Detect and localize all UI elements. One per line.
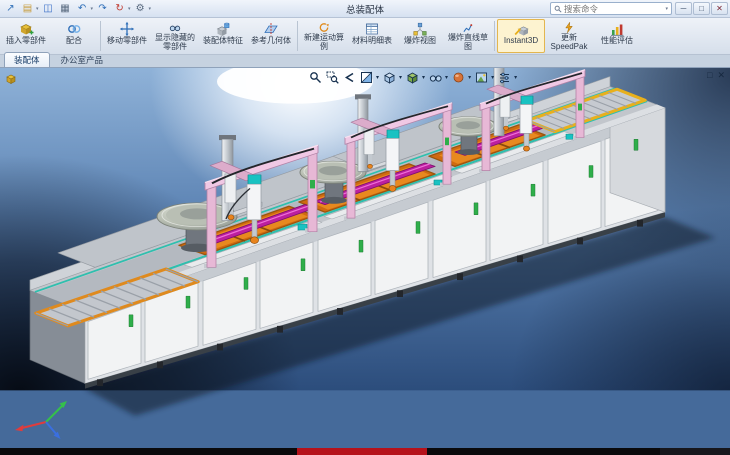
- tab-office-products[interactable]: 办公室产品: [51, 52, 114, 67]
- model-restore-button[interactable]: □: [707, 70, 712, 81]
- undo-caret-icon[interactable]: ▾: [91, 6, 94, 12]
- hud-caret-icon[interactable]: ▾: [422, 74, 425, 81]
- model-window-controls: □ ✕: [707, 70, 725, 81]
- title-bar: ↗ ▤ ▾ ◫ ▦ ↶ ▾ ↷ ↻ ▾ ⚙ ▾ 总装配体 ▾ ─ □ ✕: [0, 0, 730, 18]
- hud-caret-icon[interactable]: ▾: [514, 74, 517, 81]
- ribbon-label: Instant3D: [504, 37, 538, 46]
- reference-triad: [8, 392, 72, 442]
- assembly-features-button[interactable]: 装配体特征: [199, 19, 247, 53]
- instant3d-icon: [513, 21, 529, 37]
- assembly-features-icon: [215, 21, 231, 37]
- ribbon-separator: [494, 21, 495, 51]
- undo-icon[interactable]: ↶: [75, 2, 90, 16]
- previous-view-icon[interactable]: [342, 70, 356, 84]
- quick-access-toolbar: ↗ ▤ ▾ ◫ ▦ ↶ ▾ ↷ ↻ ▾ ⚙ ▾: [3, 2, 151, 16]
- tab-assembly[interactable]: 装配体: [4, 52, 50, 67]
- options-caret-icon[interactable]: ▾: [149, 6, 152, 12]
- hud-caret-icon[interactable]: ▾: [399, 74, 402, 81]
- forward-icon[interactable]: ↗: [3, 2, 18, 16]
- rebuild-caret-icon[interactable]: ▾: [128, 6, 131, 12]
- assembly-document-icon: [5, 73, 17, 85]
- ribbon-label: 爆炸视图: [404, 37, 436, 46]
- ribbon-label: 材料明细表: [352, 37, 392, 46]
- save-icon[interactable]: ◫: [41, 2, 56, 16]
- ribbon-label: 插入零部件: [6, 37, 46, 46]
- performance-evaluation-icon: [609, 21, 625, 37]
- mate-icon: [66, 21, 82, 37]
- command-search[interactable]: ▾: [550, 2, 672, 15]
- options-gear-icon[interactable]: ⚙: [133, 2, 148, 16]
- zoom-to-area-icon[interactable]: [325, 70, 339, 84]
- model-close-button[interactable]: ✕: [717, 70, 725, 81]
- reference-geometry-button[interactable]: 参考几何体: [247, 19, 295, 53]
- window-controls: ─ □ ✕: [675, 2, 728, 15]
- update-speedpak-button[interactable]: 更新 SpeedPak: [545, 19, 593, 53]
- 3d-scene[interactable]: [0, 68, 730, 448]
- status-bar: [0, 448, 730, 455]
- print-icon[interactable]: ▦: [58, 2, 73, 16]
- search-icon: [554, 5, 562, 13]
- ribbon-label: 显示隐藏的零部件: [152, 34, 198, 52]
- command-manager-ribbon: 插入零部件 配合 移动零部件: [0, 18, 730, 55]
- graphics-viewport[interactable]: ▾ ▾ ▾ ▾ ▾ ▾ ▾: [0, 68, 730, 448]
- new-motion-study-button[interactable]: 新建运动算例: [300, 19, 348, 53]
- maximize-button[interactable]: □: [693, 2, 710, 15]
- bill-of-materials-button[interactable]: 材料明细表: [348, 19, 396, 53]
- open-caret-icon[interactable]: ▾: [36, 6, 39, 12]
- hud-caret-icon[interactable]: ▾: [376, 74, 379, 81]
- ribbon-label: 爆炸直线草图: [445, 34, 491, 52]
- hide-show-items-icon[interactable]: [428, 70, 442, 84]
- redo-icon[interactable]: ↷: [95, 2, 110, 16]
- status-segment: [660, 448, 730, 455]
- display-style-icon[interactable]: [405, 70, 419, 84]
- minimize-button[interactable]: ─: [675, 2, 692, 15]
- insert-component-icon: [18, 21, 34, 37]
- exploded-view-icon: [412, 21, 428, 37]
- rebuild-icon[interactable]: ↻: [112, 2, 127, 16]
- show-hidden-components-button[interactable]: 显示隐藏的零部件: [151, 19, 199, 53]
- apply-scene-icon[interactable]: [474, 70, 488, 84]
- hud-caret-icon[interactable]: ▾: [468, 74, 471, 81]
- hud-caret-icon[interactable]: ▾: [491, 74, 494, 81]
- explode-line-sketch-button[interactable]: 爆炸直线草图: [444, 19, 492, 53]
- heads-up-view-toolbar: ▾ ▾ ▾ ▾ ▾ ▾ ▾: [308, 70, 517, 84]
- reference-geometry-icon: [263, 21, 279, 37]
- open-icon[interactable]: ▤: [20, 2, 35, 16]
- edit-appearance-icon[interactable]: [451, 70, 465, 84]
- bom-table-icon: [364, 21, 380, 37]
- move-component-icon: [119, 21, 135, 37]
- move-component-button[interactable]: 移动零部件: [103, 19, 151, 53]
- view-orientation-icon[interactable]: [382, 70, 396, 84]
- hud-caret-icon[interactable]: ▾: [445, 74, 448, 81]
- close-button[interactable]: ✕: [711, 2, 728, 15]
- ribbon-label: 装配体特征: [203, 37, 243, 46]
- ribbon-label: 性能评估: [601, 37, 633, 46]
- performance-evaluation-button[interactable]: 性能评估: [593, 19, 641, 53]
- command-manager-tabs: 装配体 办公室产品: [0, 55, 730, 68]
- ribbon-separator: [100, 21, 101, 51]
- ribbon-label: 新建运动算例: [301, 34, 347, 52]
- search-caret-icon[interactable]: ▾: [665, 6, 668, 12]
- status-indicator: [297, 448, 427, 455]
- ribbon-label: 参考几何体: [251, 37, 291, 46]
- mate-button[interactable]: 配合: [50, 19, 98, 53]
- ribbon-label: 更新 SpeedPak: [546, 34, 592, 52]
- instant3d-button[interactable]: Instant3D: [497, 19, 545, 53]
- insert-component-button[interactable]: 插入零部件: [2, 19, 50, 53]
- ribbon-separator: [297, 21, 298, 51]
- solidworks-window: ↗ ▤ ▾ ◫ ▦ ↶ ▾ ↷ ↻ ▾ ⚙ ▾ 总装配体 ▾ ─ □ ✕: [0, 0, 730, 455]
- exploded-view-button[interactable]: 爆炸视图: [396, 19, 444, 53]
- section-view-icon[interactable]: [359, 70, 373, 84]
- search-input[interactable]: [564, 4, 664, 14]
- feature-manager-collapsed[interactable]: [5, 73, 17, 85]
- ribbon-label: 移动零部件: [107, 37, 147, 46]
- view-settings-icon[interactable]: [497, 70, 511, 84]
- zoom-to-fit-icon[interactable]: [308, 70, 322, 84]
- ribbon-label: 配合: [66, 37, 82, 46]
- document-title: 总装配体: [346, 2, 384, 16]
